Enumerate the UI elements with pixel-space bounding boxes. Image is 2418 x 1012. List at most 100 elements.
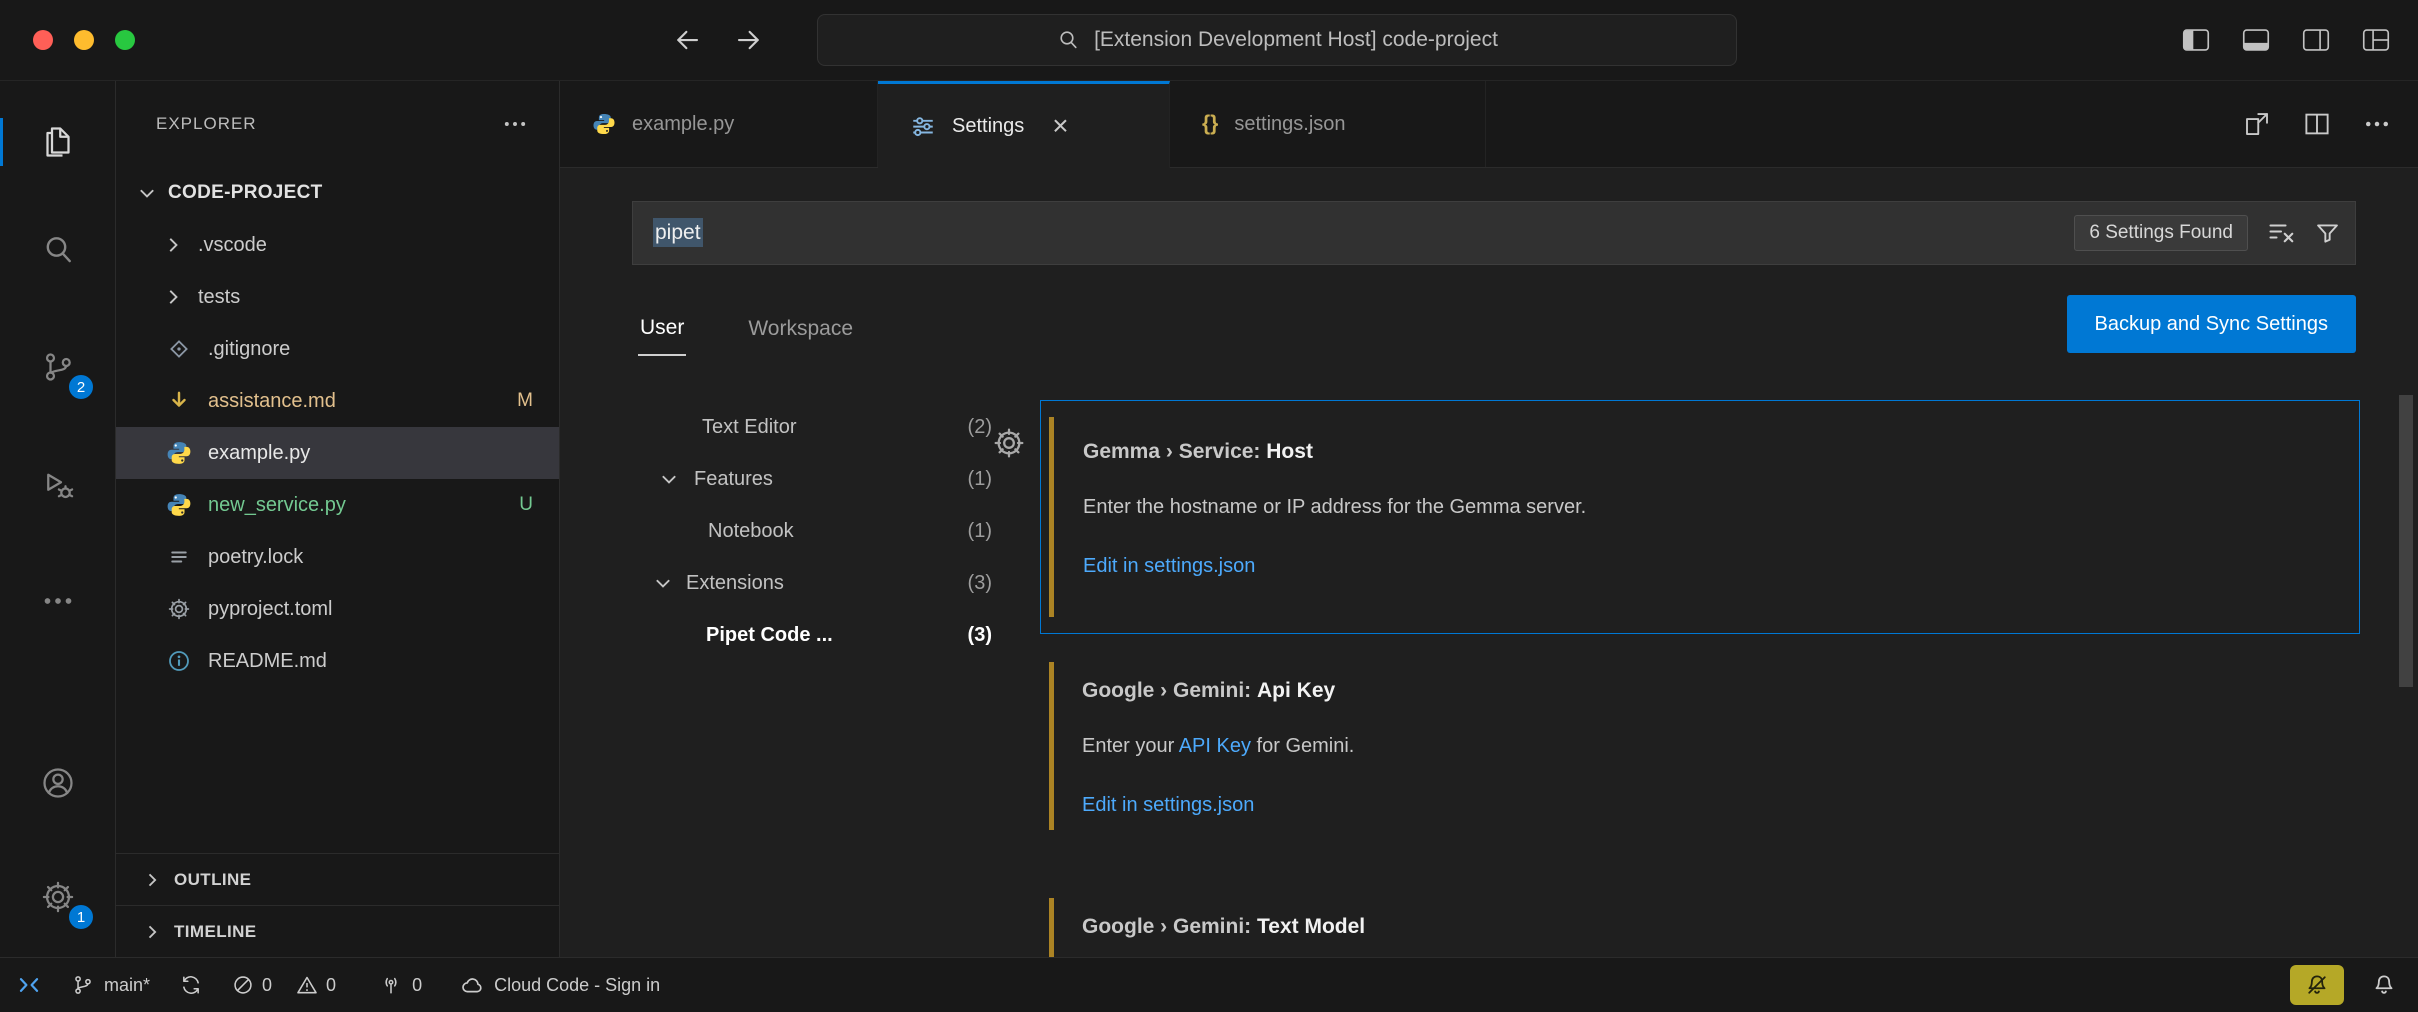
setting-gemini-api-key[interactable]: Google › Gemini: Api Key Enter your API …	[1040, 646, 2360, 846]
tree-item-label: .gitignore	[208, 338, 290, 361]
remote-indicator[interactable]	[16, 972, 42, 998]
setting-actions-gear-icon[interactable]	[992, 426, 1026, 460]
api-key-link[interactable]: API Key	[1179, 735, 1251, 757]
branch-name: main*	[104, 975, 150, 996]
activity-settings[interactable]: 1	[0, 853, 115, 941]
ports-indicator[interactable]: 0	[380, 974, 422, 996]
tab-settings-json[interactable]: {} settings.json	[1170, 81, 1486, 167]
toc-extensions[interactable]: Extensions (3)	[646, 557, 992, 609]
search-icon	[40, 232, 76, 268]
settings-search-input[interactable]: pipet 6 Settings Found	[632, 201, 2356, 265]
activity-accounts[interactable]	[0, 739, 115, 827]
tree-item-readme-md[interactable]: README.md	[116, 635, 559, 687]
ports-count: 0	[412, 975, 422, 996]
edit-in-settings-json-link[interactable]: Edit in settings.json	[1082, 794, 1254, 817]
tree-item-pyproject-toml[interactable]: pyproject.toml	[116, 583, 559, 635]
tree-item-tests[interactable]: tests	[116, 271, 559, 323]
titlebar: [Extension Development Host] code-projec…	[0, 0, 2418, 81]
split-editor-icon[interactable]	[2302, 109, 2332, 139]
close-window-button[interactable]	[33, 30, 53, 50]
history-nav	[672, 0, 764, 80]
back-icon[interactable]	[672, 25, 702, 55]
zoom-window-button[interactable]	[115, 30, 135, 50]
sync-changes-icon[interactable]	[180, 974, 202, 996]
cloud-code-signin[interactable]: Cloud Code - Sign in	[460, 973, 660, 997]
chevron-right-icon	[142, 922, 162, 942]
customize-layout-icon[interactable]	[2362, 28, 2390, 52]
tree-item-gitignore[interactable]: .gitignore	[116, 323, 559, 375]
macos-window-controls	[33, 30, 135, 50]
status-bar: main* 0 0 0 Cloud Code - Sign in	[0, 957, 2418, 1012]
do-not-disturb-chip[interactable]	[2290, 965, 2344, 1005]
clear-search-filters-icon[interactable]	[2266, 218, 2296, 248]
settings-scope-tabs: User Workspace	[638, 294, 855, 368]
tree-root-code-project[interactable]: CODE-PROJECT	[116, 167, 559, 219]
settings-toc: Text Editor (2) Features (1) Notebook (1…	[646, 401, 992, 661]
forward-icon[interactable]	[734, 25, 764, 55]
toc-notebook[interactable]: Notebook (1)	[646, 505, 992, 557]
activity-search[interactable]	[0, 206, 115, 294]
git-branch-indicator[interactable]: main*	[72, 974, 150, 996]
tree-item-example-py[interactable]: example.py	[116, 427, 559, 479]
markdown-file-icon	[166, 388, 192, 414]
explorer-header: EXPLORER	[116, 81, 559, 167]
scope-user-tab[interactable]: User	[638, 306, 686, 356]
timeline-label: TIMELINE	[174, 922, 257, 942]
backup-sync-settings-button[interactable]: Backup and Sync Settings	[2067, 295, 2356, 353]
settings-editor: pipet 6 Settings Found User Workspace Ba…	[560, 168, 2418, 957]
tree-item-label: example.py	[208, 442, 310, 465]
filter-icon[interactable]	[2314, 220, 2341, 247]
python-file-icon	[592, 112, 616, 136]
open-changes-icon[interactable]	[2242, 109, 2272, 139]
activity-bar: 2 1	[0, 81, 116, 957]
close-tab-icon[interactable]: ×	[1052, 112, 1068, 140]
setting-gemini-text-model[interactable]: Google › Gemini: Text Model	[1040, 882, 2360, 957]
toc-text-editor[interactable]: Text Editor (2)	[646, 401, 992, 453]
tree-item-new-service-py[interactable]: new_service.py U	[116, 479, 559, 531]
toggle-secondary-sidebar-icon[interactable]	[2302, 28, 2330, 52]
toggle-primary-sidebar-icon[interactable]	[2182, 28, 2210, 52]
minimize-window-button[interactable]	[74, 30, 94, 50]
files-icon	[40, 124, 76, 160]
tab-bar: example.py Settings × {} settings.json	[560, 81, 2418, 168]
tree-item-label: README.md	[208, 650, 327, 673]
chevron-down-icon	[658, 468, 680, 490]
editor-area: example.py Settings × {} settings.json	[560, 81, 2418, 957]
tab-settings[interactable]: Settings ×	[878, 81, 1170, 168]
scm-badge: 2	[67, 373, 95, 401]
outline-label: OUTLINE	[174, 870, 251, 890]
tree-item-label: tests	[198, 286, 240, 309]
activity-explorer[interactable]	[0, 98, 115, 186]
activity-run-debug[interactable]	[0, 442, 115, 530]
edit-in-settings-json-link[interactable]: Edit in settings.json	[1083, 555, 1255, 578]
tree-item-poetry-lock[interactable]: poetry.lock	[116, 531, 559, 583]
tab-example-py[interactable]: example.py	[560, 81, 878, 167]
setting-gemma-service-host[interactable]: Gemma › Service: Host Enter the hostname…	[1040, 400, 2360, 634]
notifications-bell-icon[interactable]	[2372, 973, 2396, 997]
command-center[interactable]: [Extension Development Host] code-projec…	[817, 14, 1737, 66]
scrollbar-thumb[interactable]	[2399, 395, 2413, 687]
warnings-count: 0	[326, 975, 336, 996]
toc-pipet-code[interactable]: Pipet Code ... (3)	[646, 609, 992, 661]
problems-indicator[interactable]: 0 0	[232, 974, 336, 996]
search-icon	[1056, 28, 1080, 52]
lock-file-icon	[166, 545, 192, 569]
setting-title: Google › Gemini: Api Key	[1082, 676, 2330, 706]
explorer-more-actions-icon[interactable]	[501, 110, 529, 138]
outline-section-header[interactable]: OUTLINE	[116, 853, 559, 905]
activity-more-views[interactable]	[0, 557, 115, 645]
toc-features[interactable]: Features (1)	[646, 453, 992, 505]
explorer-title: EXPLORER	[156, 114, 257, 134]
settings-sliders-icon	[910, 113, 936, 139]
more-actions-icon[interactable]	[2362, 109, 2392, 139]
tree-item-assistance-md[interactable]: assistance.md M	[116, 375, 559, 427]
toggle-panel-icon[interactable]	[2242, 28, 2270, 52]
timeline-section-header[interactable]: TIMELINE	[116, 905, 559, 957]
bell-slash-icon	[2305, 973, 2329, 997]
tree-item-vscode[interactable]: .vscode	[116, 219, 559, 271]
activity-source-control[interactable]: 2	[0, 323, 115, 411]
scope-workspace-tab[interactable]: Workspace	[746, 307, 855, 355]
toml-gear-icon	[166, 597, 192, 621]
search-value: pipet	[653, 221, 703, 245]
radio-tower-icon	[380, 974, 402, 996]
